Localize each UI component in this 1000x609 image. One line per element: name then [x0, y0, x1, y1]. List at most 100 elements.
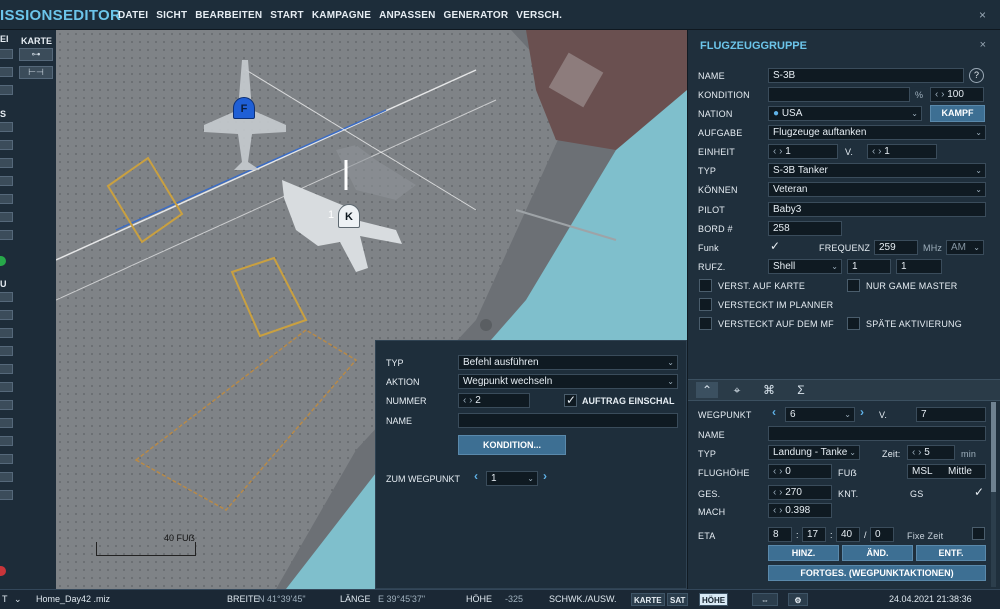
- menu-item-generator[interactable]: GENERATOR: [444, 10, 509, 21]
- wp-v-input[interactable]: 7: [916, 407, 986, 422]
- prev-waypoint-icon[interactable]: ‹: [474, 469, 478, 483]
- toolbar-button[interactable]: [0, 176, 13, 186]
- key-tool-icon[interactable]: ⊶: [19, 48, 53, 61]
- nation-select[interactable]: ● USA ⌄: [768, 106, 922, 121]
- toolbar-button[interactable]: [0, 382, 13, 392]
- eta-seconds[interactable]: 40: [836, 527, 860, 542]
- pilot-input[interactable]: Baby3: [768, 202, 986, 217]
- sat-toggle[interactable]: SAT: [667, 593, 689, 606]
- toolbar-button[interactable]: [0, 490, 13, 500]
- aktion-select[interactable]: Wegpunkt wechseln ⌄: [458, 374, 678, 389]
- menu-item-versch[interactable]: VERSCH.: [516, 10, 562, 21]
- ruler-tool-icon[interactable]: ⊢⊣: [19, 66, 53, 79]
- typ-select[interactable]: Befehl ausführen ⌄: [458, 355, 678, 370]
- scrollbar[interactable]: [991, 402, 996, 587]
- menu-item-bearbeiten[interactable]: BEARBEITEN: [195, 10, 262, 21]
- versteckt-mfd-checkbox[interactable]: [699, 317, 712, 330]
- koennen-select[interactable]: Veteran ⌄: [768, 182, 986, 197]
- menu-item-kampagne[interactable]: KAMPAGNE: [312, 10, 371, 21]
- toolbar-button[interactable]: [0, 364, 13, 374]
- toolbar-button[interactable]: [0, 212, 13, 222]
- gs-checkbox[interactable]: [972, 485, 985, 499]
- settings-gear-icon[interactable]: ⚙: [788, 593, 808, 606]
- panel-close-icon[interactable]: ×: [980, 39, 986, 51]
- einheit-stepper[interactable]: ‹ › 1: [768, 144, 838, 159]
- eta-days[interactable]: 0: [870, 527, 894, 542]
- eta-hours[interactable]: 8: [768, 527, 792, 542]
- typ-select[interactable]: S-3B Tanker ⌄: [768, 163, 986, 178]
- alt-ref-select[interactable]: MSL Mittle: [907, 464, 986, 479]
- hoehe-toggle[interactable]: HÖHE: [699, 593, 729, 606]
- toolbar-button[interactable]: [0, 230, 13, 240]
- toolbar-button[interactable]: [0, 85, 13, 95]
- kampf-button[interactable]: KAMPF: [930, 105, 985, 122]
- aend-button[interactable]: ÄND.: [842, 545, 913, 561]
- toolbar-button[interactable]: [0, 436, 13, 446]
- toolbar-button[interactable]: [0, 310, 13, 320]
- sigma-icon[interactable]: Σ: [790, 382, 812, 398]
- target-icon[interactable]: ⌖: [726, 382, 748, 398]
- bord-input[interactable]: 258: [768, 221, 842, 236]
- entf-button[interactable]: ENTF.: [916, 545, 986, 561]
- aufgabe-select[interactable]: Flugzeuge auftanken ⌄: [768, 125, 986, 140]
- toolbar-button[interactable]: [0, 158, 13, 168]
- toolbar-button[interactable]: [0, 418, 13, 428]
- chevron-down-icon[interactable]: ⌄: [14, 594, 22, 605]
- rufz-select[interactable]: Shell ⌄: [768, 259, 842, 274]
- einheit-v-stepper[interactable]: ‹ › 1: [867, 144, 937, 159]
- eta-minutes[interactable]: 17: [802, 527, 826, 542]
- mach-stepper[interactable]: ‹ › 0.398: [768, 503, 832, 518]
- next-waypoint-icon[interactable]: ›: [860, 405, 864, 419]
- aircraft-k-marker[interactable]: K: [338, 204, 360, 228]
- game-master-checkbox[interactable]: [847, 279, 860, 292]
- menu-item-anpassen[interactable]: ANPASSEN: [379, 10, 435, 21]
- toolbar-button[interactable]: [0, 49, 13, 59]
- route-icon[interactable]: ⌃: [696, 382, 718, 398]
- toolbar-button[interactable]: [0, 194, 13, 204]
- karte-toggle[interactable]: KARTE: [631, 593, 665, 606]
- rufz-number-1[interactable]: 1: [847, 259, 891, 274]
- toolbar-button[interactable]: [0, 454, 13, 464]
- flughoehe-stepper[interactable]: ‹ › 0: [768, 464, 832, 479]
- toolbar-button[interactable]: [0, 328, 13, 338]
- frequenz-input[interactable]: 259: [874, 240, 918, 255]
- toolbar-button[interactable]: [0, 67, 13, 77]
- versteckt-planner-checkbox[interactable]: [699, 298, 712, 311]
- next-waypoint-icon[interactable]: ›: [543, 469, 547, 483]
- toolbar-button[interactable]: [0, 346, 13, 356]
- rufz-number-2[interactable]: 1: [896, 259, 942, 274]
- window-close-icon[interactable]: ×: [979, 8, 986, 22]
- toolbar-button[interactable]: [0, 472, 13, 482]
- kondition-stepper[interactable]: ‹ › 100: [930, 87, 984, 102]
- aircraft-f-marker[interactable]: F: [233, 97, 255, 119]
- scrollbar-thumb[interactable]: [991, 402, 996, 492]
- toolbar-button[interactable]: [0, 122, 13, 132]
- fortges-button[interactable]: FORTGES. (WEGPUNKTAKTIONEN): [768, 565, 986, 581]
- kondition-button[interactable]: KONDITION...: [458, 435, 566, 455]
- toolbar-button[interactable]: [0, 292, 13, 302]
- modulation-select[interactable]: AM ⌄: [946, 240, 984, 255]
- help-icon[interactable]: ?: [969, 68, 984, 83]
- layers-icon[interactable]: ⇔: [752, 593, 778, 606]
- fixe-zeit-checkbox[interactable]: [972, 527, 985, 540]
- green-status-icon[interactable]: [0, 256, 6, 266]
- funk-checkbox[interactable]: [768, 239, 781, 253]
- wegpunkt-select[interactable]: 6 ⌄: [785, 407, 855, 422]
- menu-item-start[interactable]: START: [270, 10, 304, 21]
- name-input[interactable]: [458, 413, 678, 428]
- toolbar-button[interactable]: [0, 400, 13, 410]
- prev-waypoint-icon[interactable]: ‹: [772, 405, 776, 419]
- spaete-aktivierung-checkbox[interactable]: [847, 317, 860, 330]
- toolbar-button[interactable]: [0, 140, 13, 150]
- red-status-icon[interactable]: [0, 566, 6, 576]
- verst-karte-checkbox[interactable]: [699, 279, 712, 292]
- hinz-button[interactable]: HINZ.: [768, 545, 839, 561]
- zeit-stepper[interactable]: ‹ › 5: [907, 445, 955, 460]
- nummer-stepper[interactable]: ‹ › 2: [458, 393, 530, 408]
- auftrag-checkbox[interactable]: [564, 393, 577, 407]
- payload-icon[interactable]: ⌘: [758, 382, 780, 398]
- menu-item-sicht[interactable]: SICHT: [156, 10, 187, 21]
- wp-typ-select[interactable]: Landung - Tanke ⌄: [768, 445, 860, 460]
- group-name-input[interactable]: S-3B: [768, 68, 964, 83]
- ges-stepper[interactable]: ‹ › 270: [768, 485, 832, 500]
